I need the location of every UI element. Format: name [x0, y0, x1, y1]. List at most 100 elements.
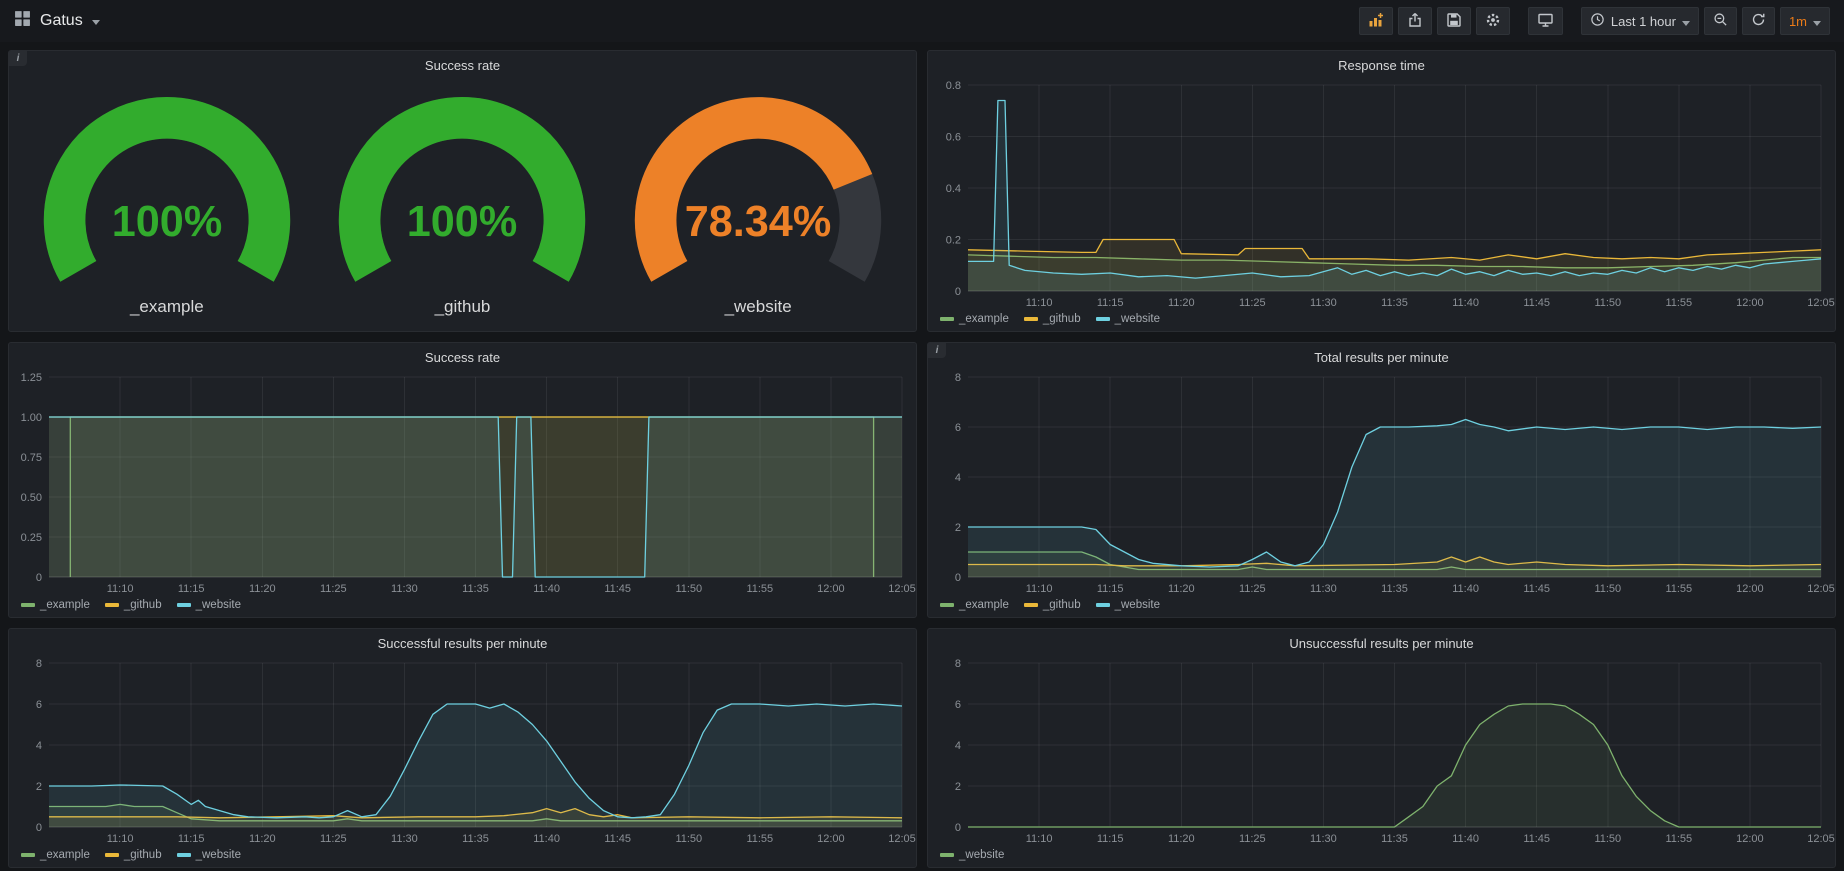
legend-name: _website: [196, 849, 241, 861]
gauge-label: _github: [435, 297, 491, 317]
series-area-website: [968, 420, 1821, 578]
refresh-interval-picker[interactable]: 1m: [1780, 7, 1830, 35]
legend-item-website[interactable]: _website: [177, 849, 241, 861]
legend-name: _website: [196, 599, 241, 611]
legend-item-example[interactable]: _example: [21, 599, 90, 611]
refresh-button[interactable]: [1742, 7, 1775, 35]
dashboard-grid-icon[interactable]: [14, 10, 31, 32]
save-icon: [1446, 12, 1462, 31]
y-axis-tick-label: 0.75: [21, 452, 42, 464]
x-axis-tick-label: 11:30: [1310, 583, 1337, 595]
zoom-out-button[interactable]: [1704, 7, 1737, 35]
legend-name: _github: [124, 849, 162, 861]
legend-item-website[interactable]: _website: [1096, 599, 1160, 611]
legend-name: _example: [40, 849, 90, 861]
legend-marker: [940, 317, 954, 321]
legend-item-example[interactable]: _example: [940, 313, 1009, 325]
legend-marker: [21, 603, 35, 607]
chevron-down-icon[interactable]: [92, 12, 100, 30]
x-axis-tick-label: 11:55: [1665, 583, 1692, 595]
legend-item-website[interactable]: _website: [1096, 313, 1160, 325]
x-axis-tick-label: 11:30: [1310, 297, 1337, 309]
panel-title[interactable]: Total results per minute: [928, 343, 1835, 367]
share-button[interactable]: [1398, 7, 1432, 35]
legend-name: _website: [959, 849, 1004, 861]
gauge-arc: 78.34%: [630, 89, 886, 297]
time-series-chart[interactable]: 0246811:1011:1511:2011:2511:3011:3511:40…: [9, 653, 916, 847]
panel-success-rate-gauges: i Success rate 100%_example100%_github78…: [8, 50, 917, 332]
y-axis-tick-label: 0.2: [946, 235, 961, 247]
gauge-value-arc: [656, 118, 853, 272]
chevron-down-icon: [1682, 14, 1690, 29]
gauge-row: 100%_example100%_github78.34%_website: [9, 75, 916, 331]
x-axis-tick-label: 11:15: [178, 583, 205, 595]
legend-marker: [105, 603, 119, 607]
dashboard-title[interactable]: Gatus: [40, 12, 83, 30]
legend-name: _github: [1043, 313, 1081, 325]
x-axis-tick-label: 11:55: [1665, 833, 1692, 845]
x-axis-tick-label: 11:40: [1452, 297, 1479, 309]
time-series-chart[interactable]: 00.250.500.751.001.2511:1011:1511:2011:2…: [9, 367, 916, 597]
gauge-label: _example: [130, 297, 204, 317]
panel-info-icon[interactable]: i: [9, 51, 27, 66]
x-axis-tick-label: 11:10: [1026, 833, 1053, 845]
time-range-picker[interactable]: Last 1 hour: [1581, 7, 1699, 35]
legend-name: _website: [1115, 313, 1160, 325]
x-axis-tick-label: 11:25: [1239, 833, 1266, 845]
x-axis-tick-label: 11:40: [1452, 833, 1479, 845]
x-axis-tick-label: 11:15: [178, 833, 205, 845]
panel-title[interactable]: Success rate: [9, 51, 916, 75]
tv-mode-button[interactable]: [1528, 7, 1563, 35]
legend-marker: [1024, 317, 1038, 321]
panel-successful-results: Successful results per minute 0246811:10…: [8, 628, 917, 868]
legend-name: _github: [1043, 599, 1081, 611]
legend-item-github[interactable]: _github: [105, 849, 162, 861]
y-axis-tick-label: 0: [36, 822, 42, 834]
legend-item-github[interactable]: _github: [1024, 599, 1081, 611]
time-series-chart[interactable]: 0246811:1011:1511:2011:2511:3011:3511:40…: [928, 653, 1835, 847]
legend: _website: [928, 847, 1835, 867]
legend-marker: [1096, 317, 1110, 321]
legend-marker: [940, 603, 954, 607]
x-axis-tick-label: 11:25: [320, 833, 347, 845]
gauge-value-arc: [360, 118, 565, 272]
legend-name: _github: [124, 599, 162, 611]
panel-title[interactable]: Unsuccessful results per minute: [928, 629, 1835, 653]
y-axis-tick-label: 0.6: [946, 132, 961, 144]
save-button[interactable]: [1437, 7, 1471, 35]
x-axis-tick-label: 11:45: [1523, 833, 1550, 845]
legend-item-example[interactable]: _example: [21, 849, 90, 861]
panel-response-time: Response time 00.20.40.60.811:1011:1511:…: [927, 50, 1836, 332]
panel-title[interactable]: Success rate: [9, 343, 916, 367]
panel-title[interactable]: Successful results per minute: [9, 629, 916, 653]
settings-button[interactable]: [1476, 7, 1510, 35]
add-panel-button[interactable]: [1359, 7, 1393, 35]
legend-item-example[interactable]: _example: [940, 599, 1009, 611]
chevron-down-icon: [1813, 14, 1821, 29]
time-series-chart[interactable]: 0246811:1011:1511:2011:2511:3011:3511:40…: [928, 367, 1835, 597]
time-series-chart[interactable]: 00.20.40.60.811:1011:1511:2011:2511:3011…: [928, 75, 1835, 311]
x-axis-tick-label: 11:20: [1168, 583, 1195, 595]
x-axis-tick-label: 12:05: [1807, 297, 1835, 309]
gauge-value-arc: [64, 118, 269, 272]
x-axis-tick-label: 12:00: [817, 833, 845, 845]
y-axis-tick-label: 0.4: [946, 183, 961, 195]
legend-item-website[interactable]: _website: [177, 599, 241, 611]
bar-chart-plus-icon: [1368, 12, 1384, 31]
x-axis-tick-label: 12:05: [1807, 833, 1835, 845]
panel-title[interactable]: Response time: [928, 51, 1835, 75]
refresh-interval-label: 1m: [1789, 14, 1807, 29]
x-axis-tick-label: 11:15: [1097, 833, 1124, 845]
panel-info-icon[interactable]: i: [928, 343, 946, 358]
y-axis-tick-label: 0: [955, 822, 961, 834]
legend: _example _github _website: [9, 847, 916, 867]
y-axis-tick-label: 4: [955, 740, 961, 752]
x-axis-tick-label: 11:10: [107, 583, 134, 595]
legend-item-website[interactable]: _website: [940, 849, 1004, 861]
legend-item-github[interactable]: _github: [105, 599, 162, 611]
legend-item-github[interactable]: _github: [1024, 313, 1081, 325]
x-axis-tick-label: 11:10: [1026, 297, 1053, 309]
legend-marker: [177, 603, 191, 607]
y-axis-tick-label: 6: [955, 699, 961, 711]
x-axis-tick-label: 11:35: [462, 583, 489, 595]
